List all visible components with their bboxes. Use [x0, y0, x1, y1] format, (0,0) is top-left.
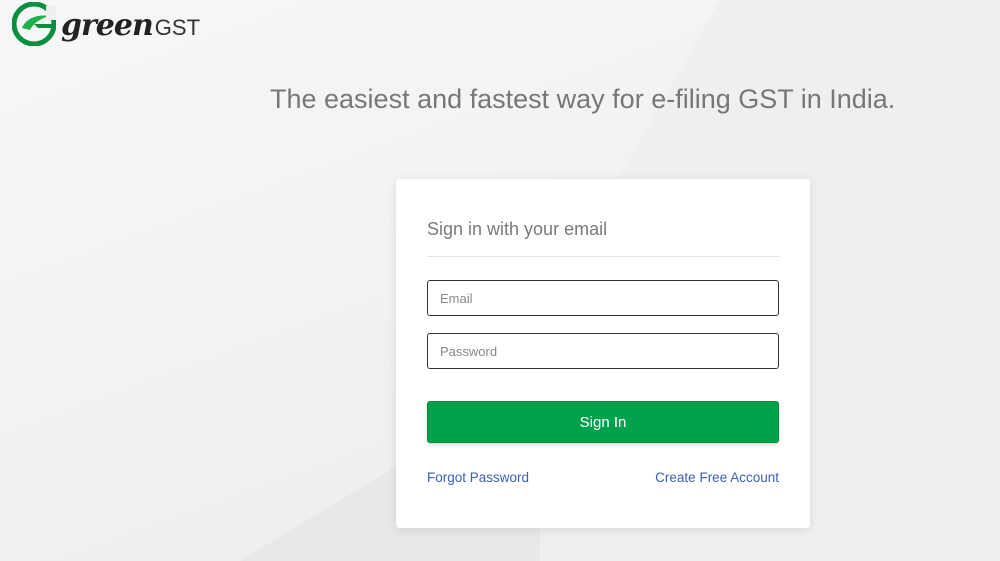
brand-name-script: green — [61, 7, 154, 43]
create-account-link[interactable]: Create Free Account — [655, 470, 779, 485]
login-divider — [427, 256, 779, 257]
brand-name-suffix: GST — [154, 14, 201, 40]
brand-wordmark: green GST — [61, 8, 200, 43]
forgot-password-link[interactable]: Forgot Password — [427, 470, 529, 485]
login-card: Sign in with your email Sign In Forgot P… — [396, 179, 810, 528]
greengst-logo-icon — [12, 2, 56, 46]
login-title: Sign in with your email — [427, 219, 608, 239]
password-field[interactable] — [427, 333, 779, 369]
page-tagline: The easiest and fastest way for e-filing… — [270, 84, 896, 114]
brand-logo[interactable]: green GST — [12, 2, 200, 46]
email-field[interactable] — [427, 280, 779, 316]
sign-in-button[interactable]: Sign In — [427, 401, 779, 443]
